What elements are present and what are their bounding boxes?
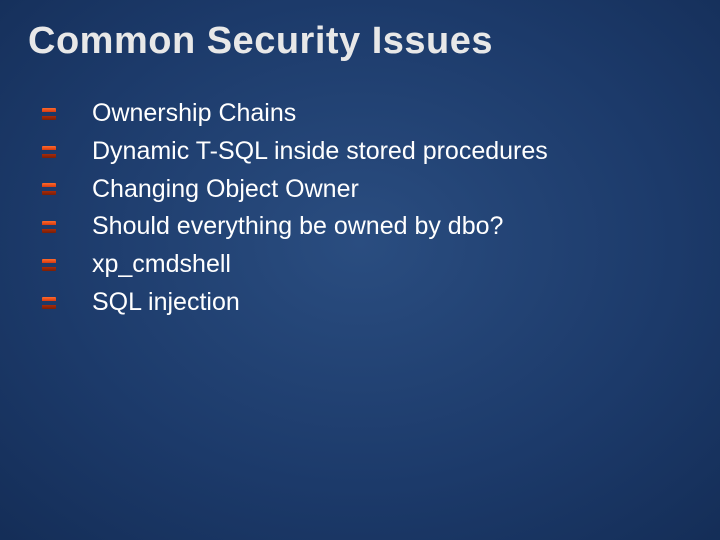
bullet-icon xyxy=(42,183,56,195)
bullet-icon xyxy=(42,146,56,158)
slide-title: Common Security Issues xyxy=(28,20,692,63)
slide: Common Security Issues Ownership Chains … xyxy=(0,0,720,540)
bullet-text: Dynamic T-SQL inside stored procedures xyxy=(92,135,548,169)
bullet-icon xyxy=(42,108,56,120)
bullet-text: Changing Object Owner xyxy=(92,173,359,207)
bullet-icon xyxy=(42,259,56,271)
bullet-text: Ownership Chains xyxy=(92,97,296,131)
bullet-icon xyxy=(42,221,56,233)
list-item: Changing Object Owner xyxy=(42,173,692,207)
list-item: SQL injection xyxy=(42,286,692,320)
bullet-icon xyxy=(42,297,56,309)
list-item: Should everything be owned by dbo? xyxy=(42,210,692,244)
bullet-text: SQL injection xyxy=(92,286,240,320)
list-item: xp_cmdshell xyxy=(42,248,692,282)
bullet-text: xp_cmdshell xyxy=(92,248,231,282)
list-item: Dynamic T-SQL inside stored procedures xyxy=(42,135,692,169)
bullet-list: Ownership Chains Dynamic T-SQL inside st… xyxy=(28,97,692,320)
list-item: Ownership Chains xyxy=(42,97,692,131)
bullet-text: Should everything be owned by dbo? xyxy=(92,210,503,244)
